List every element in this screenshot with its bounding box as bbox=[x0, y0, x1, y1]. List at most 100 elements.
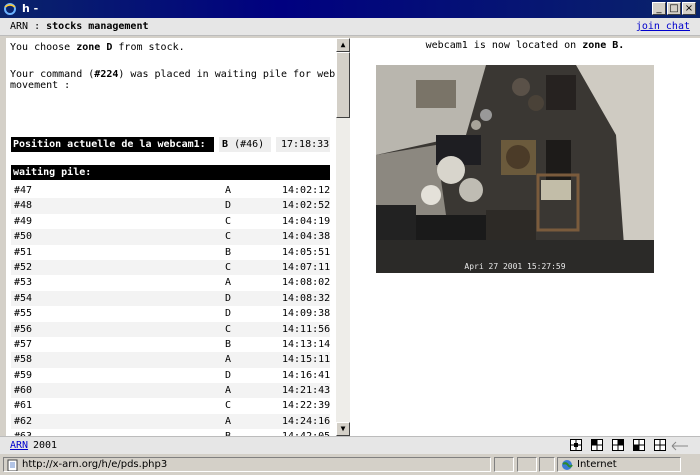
back-arrow-icon[interactable] bbox=[671, 441, 689, 451]
pile-time: 14:08:02 bbox=[282, 277, 331, 289]
pile-time: 14:21:43 bbox=[282, 385, 331, 397]
waiting-pile-heading: waiting pile: bbox=[11, 165, 330, 180]
close-icon[interactable]: × bbox=[682, 2, 696, 15]
pile-zone: A bbox=[225, 185, 232, 196]
table-row: #47 A 14:02:12 bbox=[11, 183, 330, 198]
webcam-scene bbox=[376, 65, 654, 273]
pile-id: #60 bbox=[14, 385, 33, 397]
pile-id: #49 bbox=[14, 215, 33, 227]
maximize-icon[interactable]: □ bbox=[667, 2, 681, 15]
pile-zone: B bbox=[225, 429, 231, 436]
pile-id: #63 bbox=[14, 429, 32, 436]
pile-zone: B bbox=[225, 338, 232, 350]
footer-year: 2001 bbox=[33, 440, 58, 451]
table-row: #52 C 14:07:11 bbox=[11, 259, 331, 276]
window-title: h - bbox=[22, 2, 39, 15]
pile-zone: C bbox=[225, 323, 232, 335]
position-value: B (#46) bbox=[219, 137, 271, 152]
pile-id: #55 bbox=[14, 308, 33, 320]
status-cell bbox=[539, 457, 555, 472]
minimize-icon[interactable]: _ bbox=[652, 2, 666, 15]
layout-bottomleft-icon[interactable] bbox=[633, 439, 645, 451]
pile-time: 14:02:52 bbox=[282, 200, 331, 212]
table-row: #55 D 14:09:38 bbox=[11, 306, 330, 321]
pile-time: 14:09:38 bbox=[282, 308, 331, 320]
pile-time: 14:02:12 bbox=[282, 185, 331, 196]
webcam-image: Apri 27 2001 15:27:59 bbox=[376, 65, 654, 273]
layout-grid-icon[interactable] bbox=[654, 439, 666, 451]
webcam-panel: webcam1 is now located on zone B. Apri 2… bbox=[350, 38, 700, 436]
current-position-row: Position actuelle de la webcam1: B (#46)… bbox=[11, 137, 330, 152]
pile-zone: C bbox=[225, 261, 232, 273]
security-zone: Internet bbox=[557, 457, 681, 472]
table-row: #61 C 14:22:39 bbox=[11, 398, 330, 413]
status-cell bbox=[517, 457, 537, 472]
pile-zone: A bbox=[225, 354, 232, 366]
pile-zone: C bbox=[225, 400, 232, 412]
pile-id: #48 bbox=[14, 200, 33, 212]
pile-id: #52 bbox=[14, 261, 33, 273]
pile-id: #59 bbox=[14, 369, 33, 381]
pile-time: 14:07:11 bbox=[282, 261, 331, 273]
position-label: Position actuelle de la webcam1: bbox=[11, 137, 214, 152]
pile-id: #58 bbox=[14, 354, 33, 366]
pile-time: 14:16:41 bbox=[282, 369, 331, 381]
pile-id: #53 bbox=[14, 277, 33, 289]
webcam-caption: webcam1 is now located on zone B. bbox=[425, 40, 625, 51]
table-row: #51 B 14:05:51 bbox=[11, 245, 330, 260]
pile-zone: D bbox=[225, 292, 232, 304]
pile-zone: A bbox=[225, 385, 232, 397]
pile-time: 14:15:11 bbox=[282, 354, 331, 366]
page-footer: ARN 2001 bbox=[0, 436, 700, 454]
browser-status-bar: http://x-arn.org/h/e/pds.php3 Internet bbox=[0, 455, 700, 475]
pile-time: 14:13:14 bbox=[282, 338, 331, 350]
pile-id: #62 bbox=[14, 415, 33, 427]
table-row: #59 D 14:16:41 bbox=[11, 368, 330, 383]
choice-message: You choose zone D from stock. bbox=[10, 42, 185, 53]
pile-zone: C bbox=[225, 231, 232, 243]
layout-all-icon[interactable] bbox=[570, 439, 582, 451]
pile-time: 14:22:39 bbox=[282, 400, 331, 412]
layout-topright-icon[interactable] bbox=[612, 439, 624, 451]
vertical-scrollbar[interactable]: ▲ ▼ bbox=[336, 38, 350, 436]
pile-id: #56 bbox=[14, 323, 33, 335]
pile-time: 14:08:32 bbox=[282, 292, 331, 304]
table-row: #57 B 14:13:14 bbox=[11, 337, 330, 352]
zone-label: Internet bbox=[577, 459, 617, 470]
table-row: #60 A 14:21:43 bbox=[11, 383, 331, 399]
pile-zone: C bbox=[225, 215, 232, 227]
table-row: #58 A 14:15:11 bbox=[11, 352, 331, 368]
page-title: ARN : stocks management bbox=[10, 21, 149, 32]
table-row: #54 D 14:08:32 bbox=[11, 290, 331, 307]
table-row: #48 D 14:02:52 bbox=[11, 198, 331, 214]
layout-topleft-icon[interactable] bbox=[591, 439, 603, 451]
pile-id: #57 bbox=[14, 338, 33, 350]
command-message-line2: movement : bbox=[10, 80, 71, 91]
pile-zone: D bbox=[225, 200, 232, 212]
arn-link[interactable]: ARN bbox=[10, 440, 28, 451]
join-chat-link[interactable]: join chat bbox=[636, 21, 690, 32]
pile-zone: A bbox=[225, 277, 232, 289]
page-header: ARN : stocks management join chat bbox=[0, 18, 700, 36]
status-cell bbox=[494, 457, 514, 472]
status-url-field: http://x-arn.org/h/e/pds.php3 bbox=[3, 457, 491, 472]
window-title-bar[interactable]: h - _ □ × bbox=[0, 0, 700, 18]
waiting-pile-table: #47 A 14:02:12 #48 D 14:02:52 #49 C 14:04:19 #50 C… bbox=[11, 183, 330, 436]
pile-id: #54 bbox=[14, 292, 33, 304]
table-row: #49 C 14:04:19 bbox=[11, 214, 330, 229]
scroll-down-arrow-icon[interactable]: ▼ bbox=[336, 422, 350, 436]
pile-id: #47 bbox=[14, 185, 33, 196]
pile-zone: B bbox=[225, 246, 232, 258]
pile-time: 14:04:38 bbox=[282, 231, 331, 243]
pile-id: #51 bbox=[14, 246, 33, 258]
globe-icon bbox=[562, 460, 573, 470]
command-message: Your command (#224) was placed in waitin… bbox=[10, 69, 336, 80]
ie-icon bbox=[4, 3, 16, 15]
status-url: http://x-arn.org/h/e/pds.php3 bbox=[22, 459, 168, 470]
table-row: #50 C 14:04:38 bbox=[11, 229, 331, 245]
pile-time: 14:05:51 bbox=[282, 246, 331, 258]
pile-zone: D bbox=[225, 369, 232, 381]
scroll-thumb[interactable] bbox=[336, 52, 350, 118]
pile-id: #50 bbox=[14, 231, 33, 243]
scroll-up-arrow-icon[interactable]: ▲ bbox=[336, 38, 350, 52]
